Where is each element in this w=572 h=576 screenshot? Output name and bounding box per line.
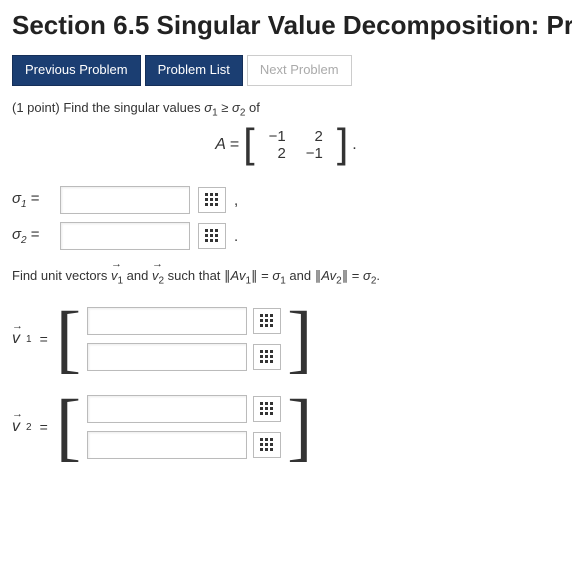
keypad-button[interactable] — [253, 308, 281, 334]
sigma1: σ — [204, 100, 212, 115]
sigma2-period: . — [234, 228, 238, 245]
grid-icon — [260, 314, 274, 328]
prompt-text: Find the singular values — [63, 100, 204, 115]
nav-bar: Previous Problem Problem List Next Probl… — [12, 55, 560, 86]
p2-sig2: σ — [363, 268, 371, 283]
v2-block: v2 = [ ] — [12, 391, 560, 463]
p2-Av2: Av — [321, 268, 336, 283]
p2-v2: v — [152, 268, 159, 283]
matrix-lhs: A — [215, 136, 226, 154]
prompt-tail: of — [245, 100, 259, 115]
v1-rbracket: ] — [287, 311, 312, 368]
sigma1-lhs-sub: 1 — [21, 199, 27, 210]
problem-prompt-1: (1 point) Find the singular values σ1 ≥ … — [12, 100, 560, 119]
v2-label: v — [12, 418, 20, 436]
matrix-period: . — [352, 136, 356, 154]
bracket-left: [ — [243, 127, 254, 160]
matrix-eq: = — [230, 136, 239, 154]
v1-entry1-input[interactable] — [87, 307, 247, 335]
v2-sub: 2 — [26, 422, 32, 433]
sigma2-input[interactable] — [60, 222, 190, 250]
matrix-equation: A = [ −12 2−1 ] . — [12, 128, 560, 162]
sigma1-row: σ1 = , — [12, 186, 560, 214]
geq-symbol: ≥ — [218, 100, 232, 115]
m-2-2: −1 — [296, 145, 333, 162]
problem-list-button[interactable]: Problem List — [145, 55, 243, 86]
sigma1-eq: = — [31, 190, 40, 207]
bracket-right: ] — [337, 127, 348, 160]
v2-eq: = — [40, 419, 48, 435]
p2-eq1: = — [258, 268, 273, 283]
keypad-button[interactable] — [198, 187, 226, 213]
keypad-button[interactable] — [253, 432, 281, 458]
v1-block: v1 = [ ] — [12, 303, 560, 375]
m-1-2: 2 — [296, 128, 333, 145]
sigma2-row: σ2 = . — [12, 222, 560, 250]
grid-icon — [260, 402, 274, 416]
p2-a: Find unit vectors — [12, 268, 111, 283]
sigma2: σ — [232, 100, 240, 115]
v1-entry2-input[interactable] — [87, 343, 247, 371]
v1-eq: = — [40, 331, 48, 347]
p2-period: . — [376, 268, 380, 283]
v2-lbracket: [ — [56, 399, 81, 456]
keypad-button[interactable] — [253, 344, 281, 370]
p2-and: and — [123, 268, 152, 283]
grid-icon — [260, 438, 274, 452]
keypad-button[interactable] — [253, 396, 281, 422]
grid-icon — [260, 350, 274, 364]
p2-b: such that — [164, 268, 224, 283]
grid-icon — [205, 193, 219, 207]
sigma1-input[interactable] — [60, 186, 190, 214]
p2-v1: v — [111, 268, 118, 283]
keypad-button[interactable] — [198, 223, 226, 249]
problem-prompt-2: Find unit vectors v1 and v2 such that ∥A… — [12, 268, 560, 287]
m-1-1: −1 — [259, 128, 296, 145]
sigma2-lhs-sub: 2 — [21, 235, 27, 246]
sigma2-lhs: σ — [12, 226, 21, 243]
sigma1-comma: , — [234, 192, 238, 209]
sigma1-lhs: σ — [12, 190, 21, 207]
m-2-1: 2 — [259, 145, 296, 162]
previous-problem-button[interactable]: Previous Problem — [12, 55, 141, 86]
v2-rbracket: ] — [287, 399, 312, 456]
next-problem-button: Next Problem — [247, 55, 352, 86]
p2-Av1: Av — [231, 268, 246, 283]
page-title: Section 6.5 Singular Value Decomposition… — [12, 10, 560, 41]
p2-and2: and — [286, 268, 315, 283]
points-label: (1 point) — [12, 100, 63, 115]
v1-lbracket: [ — [56, 311, 81, 368]
v1-sub: 1 — [26, 334, 32, 345]
grid-icon — [205, 229, 219, 243]
sigma2-eq: = — [31, 226, 40, 243]
v1-label: v — [12, 330, 20, 348]
p2-eq2: = — [348, 268, 363, 283]
v2-entry1-input[interactable] — [87, 395, 247, 423]
v2-entry2-input[interactable] — [87, 431, 247, 459]
matrix-table: −12 2−1 — [259, 128, 333, 162]
